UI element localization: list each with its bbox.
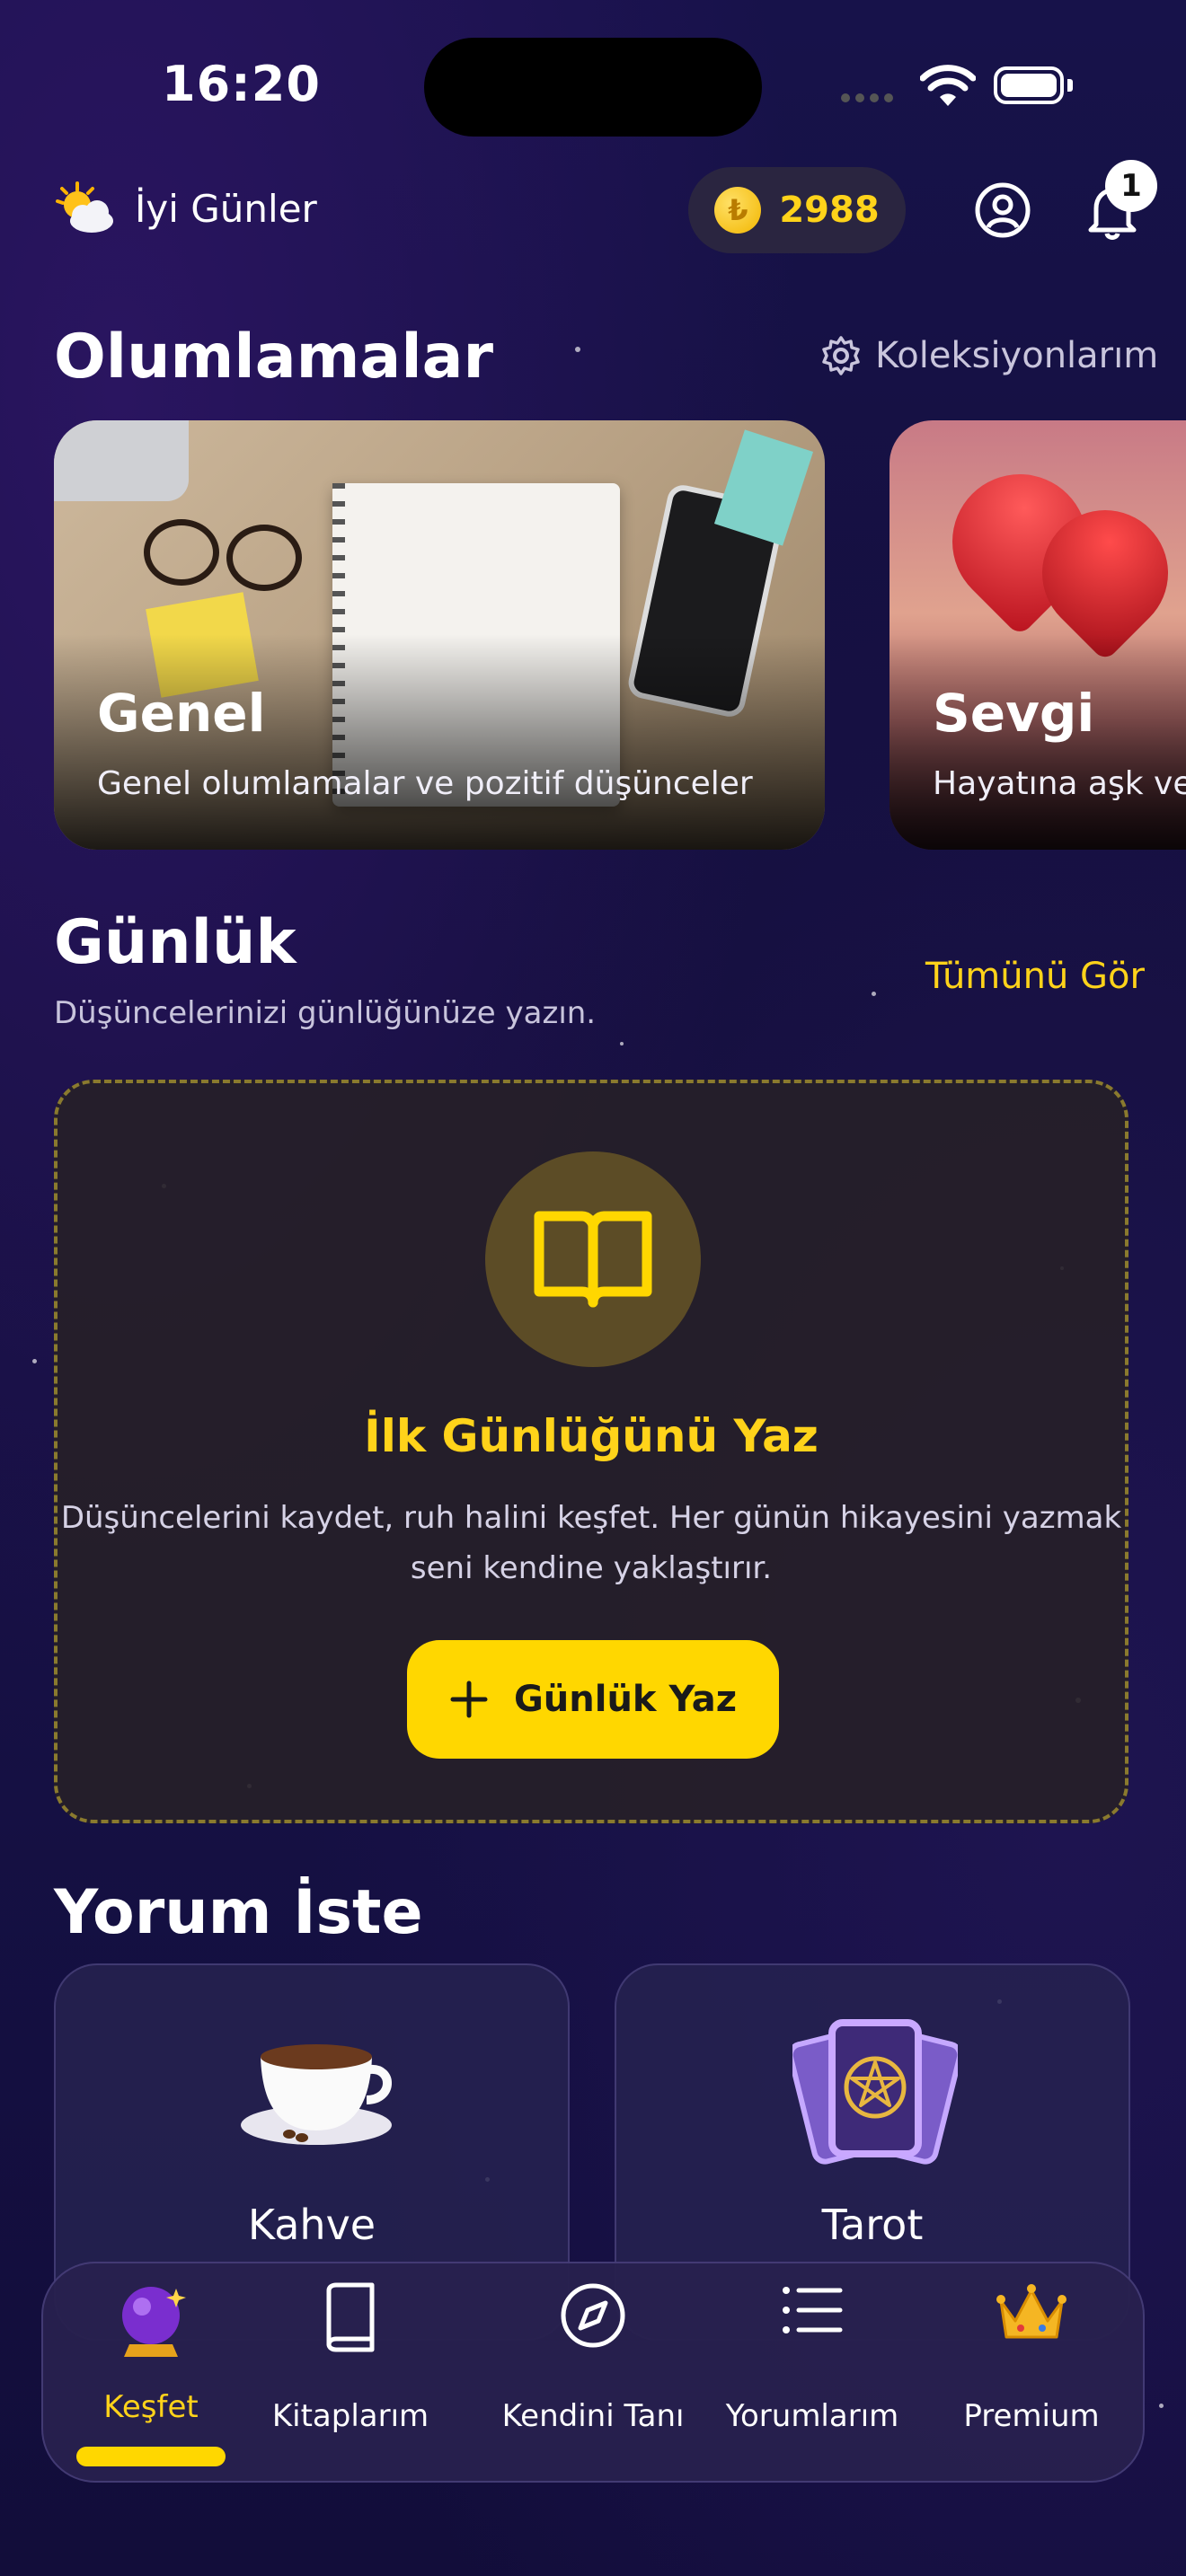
battery-icon [994,66,1064,104]
coin-value: 2988 [779,190,880,231]
list-icon [783,2287,843,2333]
notification-badge: 1 [1105,160,1157,212]
nav-item-yorumlarim[interactable]: Yorumlarım [704,2281,920,2470]
greeting-text: İyi Günler [135,186,317,231]
affirmations-title: Olumlamalar [54,322,494,393]
greeting: İyi Günler [50,180,317,237]
journal-title: Günlük [54,907,296,978]
see-all-link[interactable]: Tümünü Gör [925,956,1145,997]
compass-icon [561,2283,625,2348]
battery-tip [1067,79,1073,92]
book-icon-circle [485,1151,701,1367]
profile-icon[interactable] [974,181,1031,239]
collections-label: Koleksiyonlarım [875,335,1159,376]
coin-balance[interactable]: ₺ 2988 [688,167,906,253]
nav-item-kendini-tani[interactable]: Kendini Tanı [485,2281,701,2470]
desc-line-1: Düşüncelerini kaydet, ruh halini keşfet.… [60,1500,1122,1536]
nav-label: Keşfet [103,2389,199,2425]
card-description: Genel olumlamalar ve pozitif düşünceler [97,765,753,802]
card-description: Hayatına aşk ve s [933,765,1186,802]
sun-cloud-icon [56,181,113,233]
book-icon [326,2282,375,2352]
journal-empty-title: İlk Günlüğünü Yaz [364,1410,819,1462]
gear-icon [822,336,860,375]
dynamic-island [424,38,762,137]
nav-label: Kendini Tanı [501,2398,685,2434]
card-title: Genel [97,683,266,744]
coffee-label: Kahve [247,2201,376,2249]
tarot-label: Tarot [821,2201,924,2249]
glasses-image [144,519,302,591]
active-indicator [76,2447,226,2466]
coin-icon: ₺ [714,187,762,234]
nav-item-kesfet[interactable]: Keşfet [43,2281,259,2470]
crown-icon [996,2284,1067,2339]
nav-label: Yorumlarım [725,2398,899,2434]
journal-empty-desc: Düşüncelerini kaydet, ruh halini keşfet.… [54,1493,1128,1593]
plus-icon [450,1681,488,1718]
nav-item-premium[interactable]: Premium [924,2281,1139,2470]
card-title: Sevgi [933,683,1095,744]
write-journal-label: Günlük Yaz [513,1679,738,1720]
desc-line-2: seni kendine yaklaştırır. [410,1550,773,1586]
crystal-ball-icon [122,2287,186,2357]
status-time: 16:20 [162,56,321,112]
wifi-icon [920,65,976,106]
affirmation-card-love[interactable]: Sevgi Hayatına aşk ve s [890,420,1186,850]
tarot-cards-icon [792,2019,958,2165]
write-journal-button[interactable]: Günlük Yaz [407,1640,779,1759]
affirmation-card-general[interactable]: Genel Genel olumlamalar ve pozitif düşün… [54,420,825,850]
open-book-icon [534,1211,652,1308]
cellular-icon [841,93,893,102]
ask-comment-title: Yorum İste [54,1877,423,1948]
coffee-cup-icon [241,2044,392,2145]
journal-subtitle: Düşüncelerinizi günlüğünüze yazın. [54,995,597,1031]
nav-item-kitaplarim[interactable]: Kitaplarım [243,2281,458,2470]
collections-link[interactable]: Koleksiyonlarım [819,334,1158,377]
nav-label: Premium [963,2398,1100,2434]
laptop-image [54,420,189,501]
nav-label: Kitaplarım [271,2398,429,2434]
